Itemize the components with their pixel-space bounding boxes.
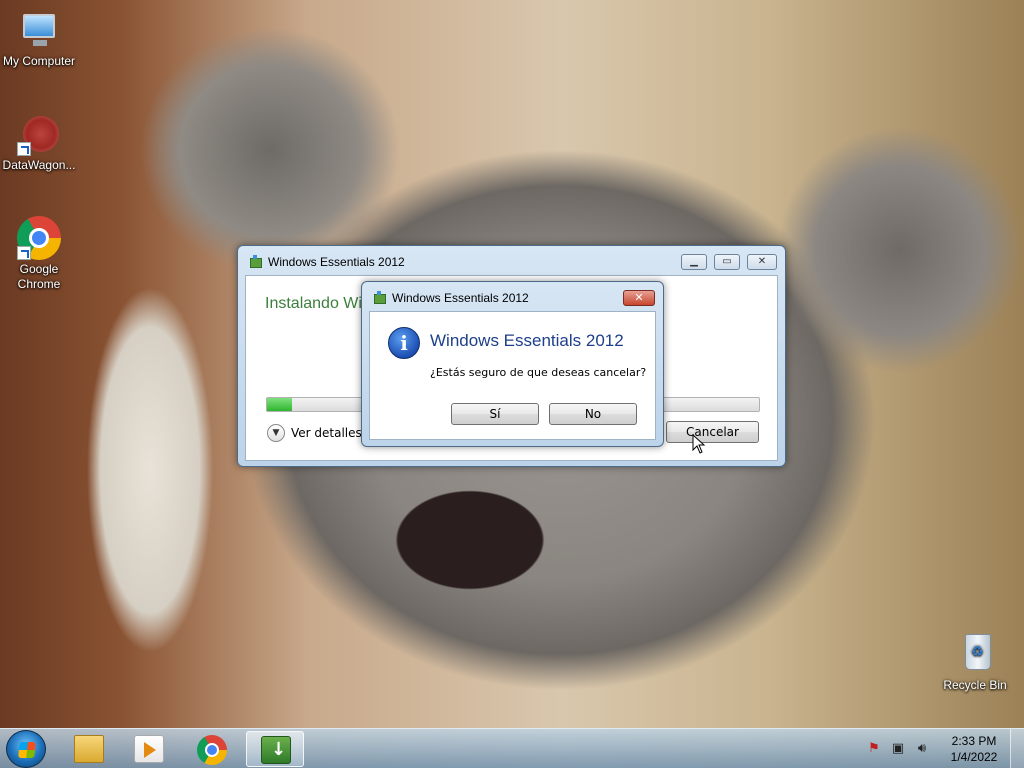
shortcut-arrow-icon [17, 246, 31, 260]
desktop-icon-datawagon[interactable]: DataWagon... [0, 112, 78, 173]
info-icon: i [388, 327, 420, 359]
close-icon: ✕ [757, 256, 767, 267]
taskbar-item-installer[interactable] [246, 731, 304, 767]
media-player-icon [134, 735, 164, 763]
dialog-client-area: i Windows Essentials 2012 ¿Estás seguro … [369, 311, 656, 440]
taskbar-item-explorer[interactable] [60, 731, 118, 767]
shortcut-arrow-icon [17, 142, 31, 156]
confirm-dialog: Windows Essentials 2012 ✕ i Windows Esse… [361, 281, 664, 447]
volume-icon[interactable]: 🔊︎ [914, 741, 930, 757]
dialog-heading: Windows Essentials 2012 [430, 331, 624, 350]
show-desktop-button[interactable] [1010, 729, 1024, 768]
dialog-close-button[interactable]: ✕ [623, 290, 655, 306]
no-button[interactable]: No [549, 403, 637, 425]
start-button[interactable] [6, 730, 46, 768]
system-tray: ⚑ ▣ 🔊︎ [862, 739, 932, 759]
mouse-cursor-icon [692, 434, 706, 454]
desktop-icon-label: Google Chrome [17, 262, 61, 291]
clock-date: 1/4/2022 [950, 750, 998, 764]
dialog-app-icon [372, 291, 386, 304]
action-center-icon[interactable]: ⚑ [866, 741, 882, 757]
progress-fill [267, 398, 292, 411]
installer-app-icon [248, 255, 262, 268]
clock-time: 2:33 PM [951, 734, 997, 748]
close-button[interactable]: ✕ [747, 254, 777, 270]
restore-icon: ▭ [722, 256, 732, 267]
clock[interactable]: 2:33 PM 1/4/2022 [944, 733, 1004, 765]
installer-icon [261, 736, 291, 764]
close-icon: ✕ [634, 291, 644, 304]
window-title: Windows Essentials 2012 [268, 255, 405, 269]
recycle-bin-icon [953, 632, 997, 676]
dialog-title: Windows Essentials 2012 [392, 291, 529, 305]
desktop-icon-recycle-bin[interactable]: Recycle Bin [936, 632, 1014, 693]
yes-button[interactable]: Sí [451, 403, 539, 425]
datawagon-icon [17, 112, 61, 156]
maximize-button[interactable]: ▭ [714, 254, 740, 270]
cancel-button[interactable]: Cancelar [666, 421, 759, 443]
taskbar-item-media-player[interactable] [120, 731, 178, 767]
desktop-icon-label: Recycle Bin [943, 678, 1007, 692]
chevron-down-icon: ▼ [267, 424, 285, 442]
explorer-icon [74, 735, 104, 763]
minimize-button[interactable]: ▁ [681, 254, 707, 270]
details-label: Ver detalles [291, 426, 362, 440]
desktop-icon-google-chrome[interactable]: Google Chrome [0, 216, 78, 292]
taskbar-item-chrome[interactable] [183, 731, 241, 767]
dialog-message: ¿Estás seguro de que deseas cancelar? [430, 366, 647, 379]
desktop-icon-my-computer[interactable]: My Computer [0, 8, 78, 69]
chrome-icon [17, 216, 61, 260]
computer-icon [17, 8, 61, 52]
chrome-icon [197, 735, 227, 765]
desktop-icon-label: My Computer [2, 54, 76, 68]
network-icon[interactable]: ▣ [890, 741, 906, 757]
minimize-icon: ▁ [690, 256, 698, 267]
taskbar: ⚑ ▣ 🔊︎ 2:33 PM 1/4/2022 [0, 728, 1024, 768]
desktop-icon-label: DataWagon... [2, 158, 76, 172]
installer-heading: Instalando Wi [265, 295, 362, 312]
